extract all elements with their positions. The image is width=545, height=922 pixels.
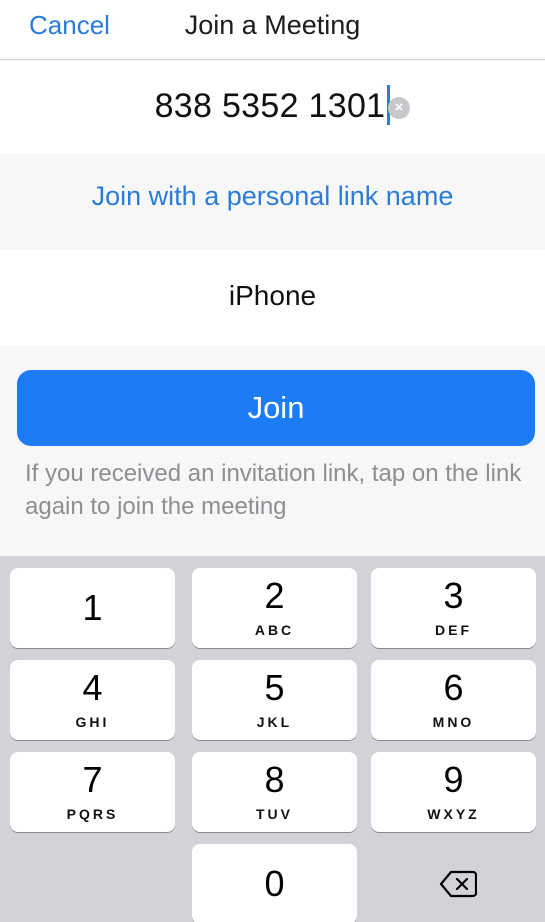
key-1[interactable]: 1: [10, 568, 175, 648]
personal-link-row: Join with a personal link name: [0, 154, 545, 250]
key-digit: 6: [443, 667, 464, 708]
display-name-field[interactable]: iPhone: [0, 250, 545, 346]
key-letters: ABC: [254, 622, 295, 638]
key-0[interactable]: 0: [192, 844, 357, 922]
nav-bar: Cancel Join a Meeting: [0, 0, 545, 60]
invitation-hint: If you received an invitation link, tap …: [25, 460, 522, 520]
key-empty: [10, 844, 175, 922]
key-letters: JKL: [256, 714, 293, 730]
meeting-id-input[interactable]: 838 5352 1301: [0, 85, 545, 126]
key-9[interactable]: 9 WXYZ: [371, 752, 536, 832]
key-digit: 8: [264, 759, 285, 800]
key-digit: 2: [264, 575, 285, 616]
key-digit: 3: [443, 575, 464, 616]
join-button[interactable]: Join: [17, 370, 535, 446]
key-digit: 9: [443, 759, 464, 800]
key-letters: DEF: [435, 622, 472, 638]
key-digit: 5: [264, 667, 285, 708]
key-letters: WXYZ: [427, 806, 480, 822]
join-meeting-screen: Cancel Join a Meeting 838 5352 1301 × Jo…: [0, 0, 545, 922]
meeting-id-value: 838 5352 1301: [154, 87, 386, 125]
key-letters: TUV: [256, 806, 293, 822]
key-3[interactable]: 3 DEF: [371, 568, 536, 648]
key-digit: 1: [82, 587, 103, 628]
key-8[interactable]: 8 TUV: [192, 752, 357, 832]
key-digit: 4: [82, 667, 103, 708]
key-letters: MNO: [432, 714, 475, 730]
key-2[interactable]: 2 ABC: [192, 568, 357, 648]
backspace-key[interactable]: [371, 844, 536, 922]
key-5[interactable]: 5 JKL: [192, 660, 357, 740]
clear-circle-x-icon[interactable]: ×: [388, 97, 410, 119]
display-name-input[interactable]: iPhone: [0, 278, 545, 314]
key-4[interactable]: 4 GHI: [10, 660, 175, 740]
key-7[interactable]: 7 PQRS: [10, 752, 175, 832]
key-digit: 7: [82, 759, 103, 800]
key-letters: GHI: [75, 714, 110, 730]
join-section: Join If you received an invitation link,…: [0, 346, 545, 556]
page-title: Join a Meeting: [184, 10, 361, 40]
meeting-id-field[interactable]: 838 5352 1301 ×: [0, 61, 545, 154]
backspace-icon: [439, 870, 477, 898]
key-letters: PQRS: [66, 806, 119, 822]
join-with-personal-link-button[interactable]: Join with a personal link name: [0, 179, 545, 213]
key-digit: 0: [264, 863, 285, 904]
numeric-keypad: 1 2 ABC 3 DEF 4 GHI 5 JKL 6 MNO 7 PQRS 8: [0, 556, 545, 922]
key-6[interactable]: 6 MNO: [371, 660, 536, 740]
